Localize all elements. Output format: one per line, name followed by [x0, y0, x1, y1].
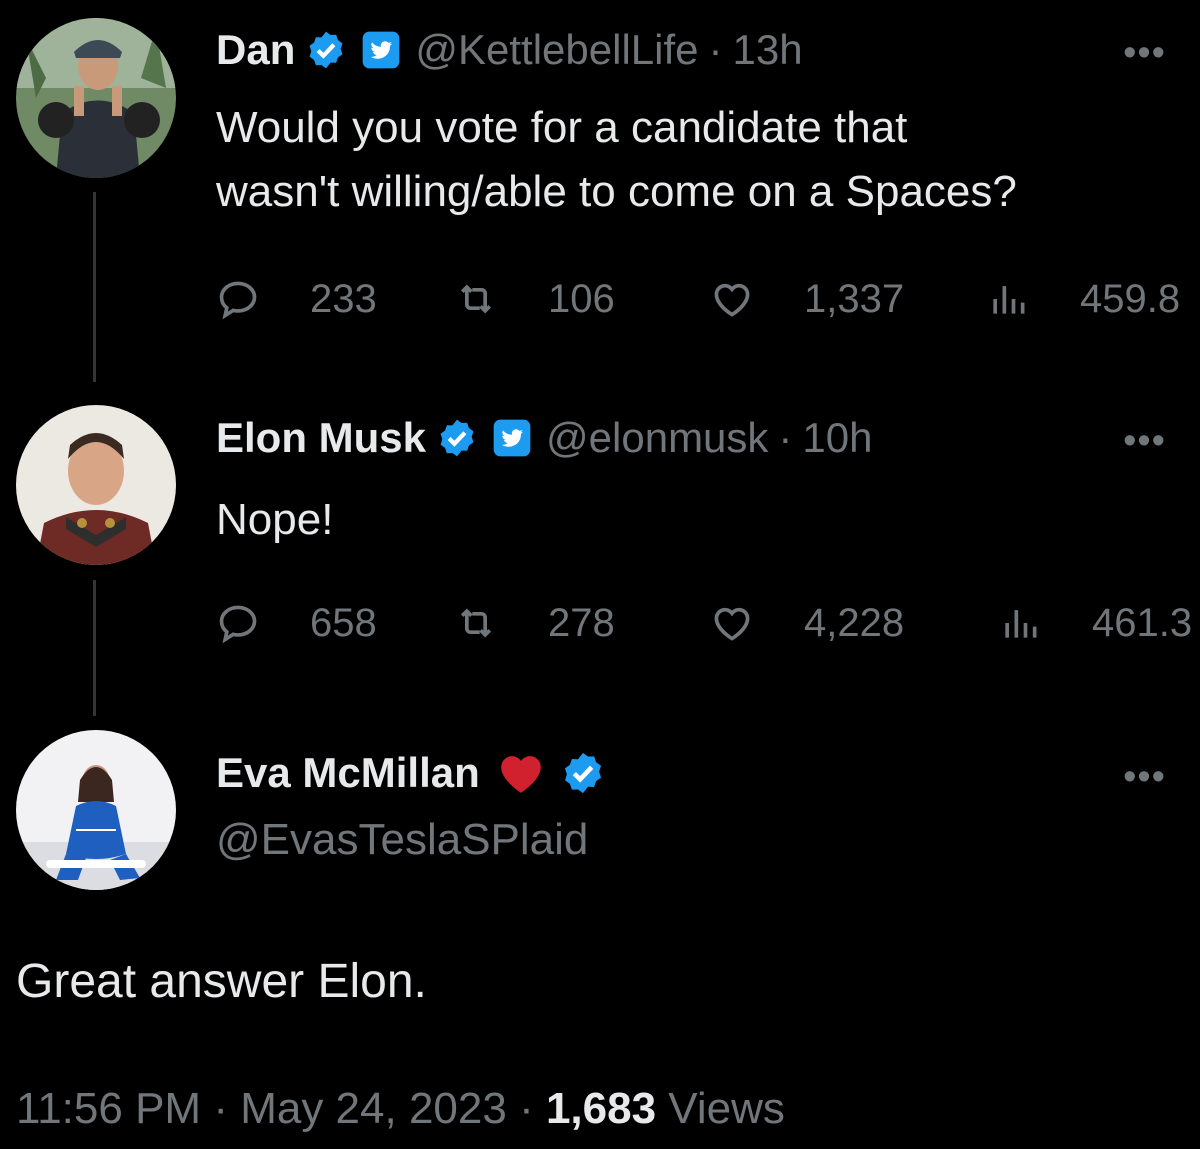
tweet-time[interactable]: 10h [802, 414, 872, 462]
verified-badge-icon [564, 752, 601, 794]
reply-icon [219, 605, 257, 644]
thread-line [93, 580, 96, 716]
retweet-button[interactable]: 106 [454, 274, 615, 324]
like-button[interactable]: 1,337 [710, 274, 904, 324]
author-handle[interactable]: @EvasTeslaSPlaid [216, 815, 588, 865]
twitter-square-icon [493, 419, 531, 457]
like-icon [714, 283, 750, 317]
like-icon [714, 607, 750, 641]
retweet-count: 278 [548, 601, 615, 645]
reply-count: 233 [310, 277, 377, 321]
author-handle[interactable]: @elonmusk [546, 414, 768, 462]
reply-button[interactable]: 233 [216, 274, 377, 324]
separator-dot: · [213, 1084, 228, 1133]
more-icon[interactable]: ••• [1123, 420, 1166, 463]
reply-button[interactable]: 658 [216, 598, 377, 648]
tweet-text: Would you vote for a candidate that wasn… [216, 96, 1017, 224]
more-icon[interactable]: ••• [1123, 32, 1166, 75]
views-icon [1005, 610, 1037, 638]
retweet-count: 106 [548, 277, 615, 321]
author-handle[interactable]: @KettlebellLife [415, 26, 698, 74]
tweet-actions: 658 278 4,228 461.3 [216, 598, 1200, 648]
tweet-date[interactable]: May 24, 2023 [240, 1084, 507, 1133]
avatar-dan[interactable] [16, 18, 176, 178]
views-icon [993, 286, 1025, 314]
avatar-eva[interactable] [16, 730, 176, 890]
tweet-time[interactable]: 13h [733, 26, 803, 74]
view-count: 461.3 [1092, 601, 1193, 645]
verified-badge-icon [440, 419, 474, 457]
author-name[interactable]: Dan [216, 26, 295, 74]
view-count: 1,683 [545, 1084, 657, 1133]
tweet-text: Nope! [216, 488, 333, 552]
retweet-icon [460, 284, 492, 314]
separator-dot: · [519, 1084, 534, 1133]
reply-count: 658 [310, 601, 377, 645]
author-name[interactable]: Eva McMillan [216, 749, 480, 797]
retweet-icon [460, 608, 492, 638]
tweet-time[interactable]: 11:56 PM [16, 1084, 201, 1133]
views-button[interactable]: 459.8 [986, 274, 1180, 324]
views-button[interactable]: 461.3 [998, 598, 1192, 648]
reply-icon [219, 281, 257, 320]
retweet-button[interactable]: 278 [454, 598, 615, 648]
tweet-meta: 11:56 PM · May 24, 2023 · 1,683 Views [16, 1084, 785, 1134]
views-label: Views [668, 1084, 785, 1133]
tweet-header: Dan @KettlebellLife · 13h [216, 26, 803, 74]
tweet-header: Elon Musk @elonmusk · 10h [216, 414, 873, 462]
more-icon[interactable]: ••• [1123, 756, 1166, 799]
author-name[interactable]: Elon Musk [216, 414, 426, 462]
tweet-header: Eva McMillan [216, 748, 606, 798]
separator-dot: · [708, 26, 723, 73]
verified-badge-icon [309, 31, 343, 69]
view-count: 459.8 [1080, 277, 1181, 321]
avatar-elon[interactable] [16, 405, 176, 565]
thread-line [93, 192, 96, 382]
tweet-text-line: Would you vote for a candidate that [216, 103, 908, 152]
tweet-actions: 233 106 1,337 459.8 [216, 274, 1200, 324]
tweet-text-line: wasn't willing/able to come on a Spaces? [216, 167, 1017, 216]
twitter-square-icon [363, 31, 400, 69]
tweet-text-line: Nope! [216, 495, 334, 544]
like-button[interactable]: 4,228 [710, 598, 904, 648]
like-count: 4,228 [804, 601, 905, 645]
like-count: 1,337 [804, 277, 905, 321]
separator-dot: · [778, 414, 793, 461]
main-tweet-text: Great answer Elon. [16, 955, 427, 1008]
heart-emoji-icon [500, 756, 541, 793]
